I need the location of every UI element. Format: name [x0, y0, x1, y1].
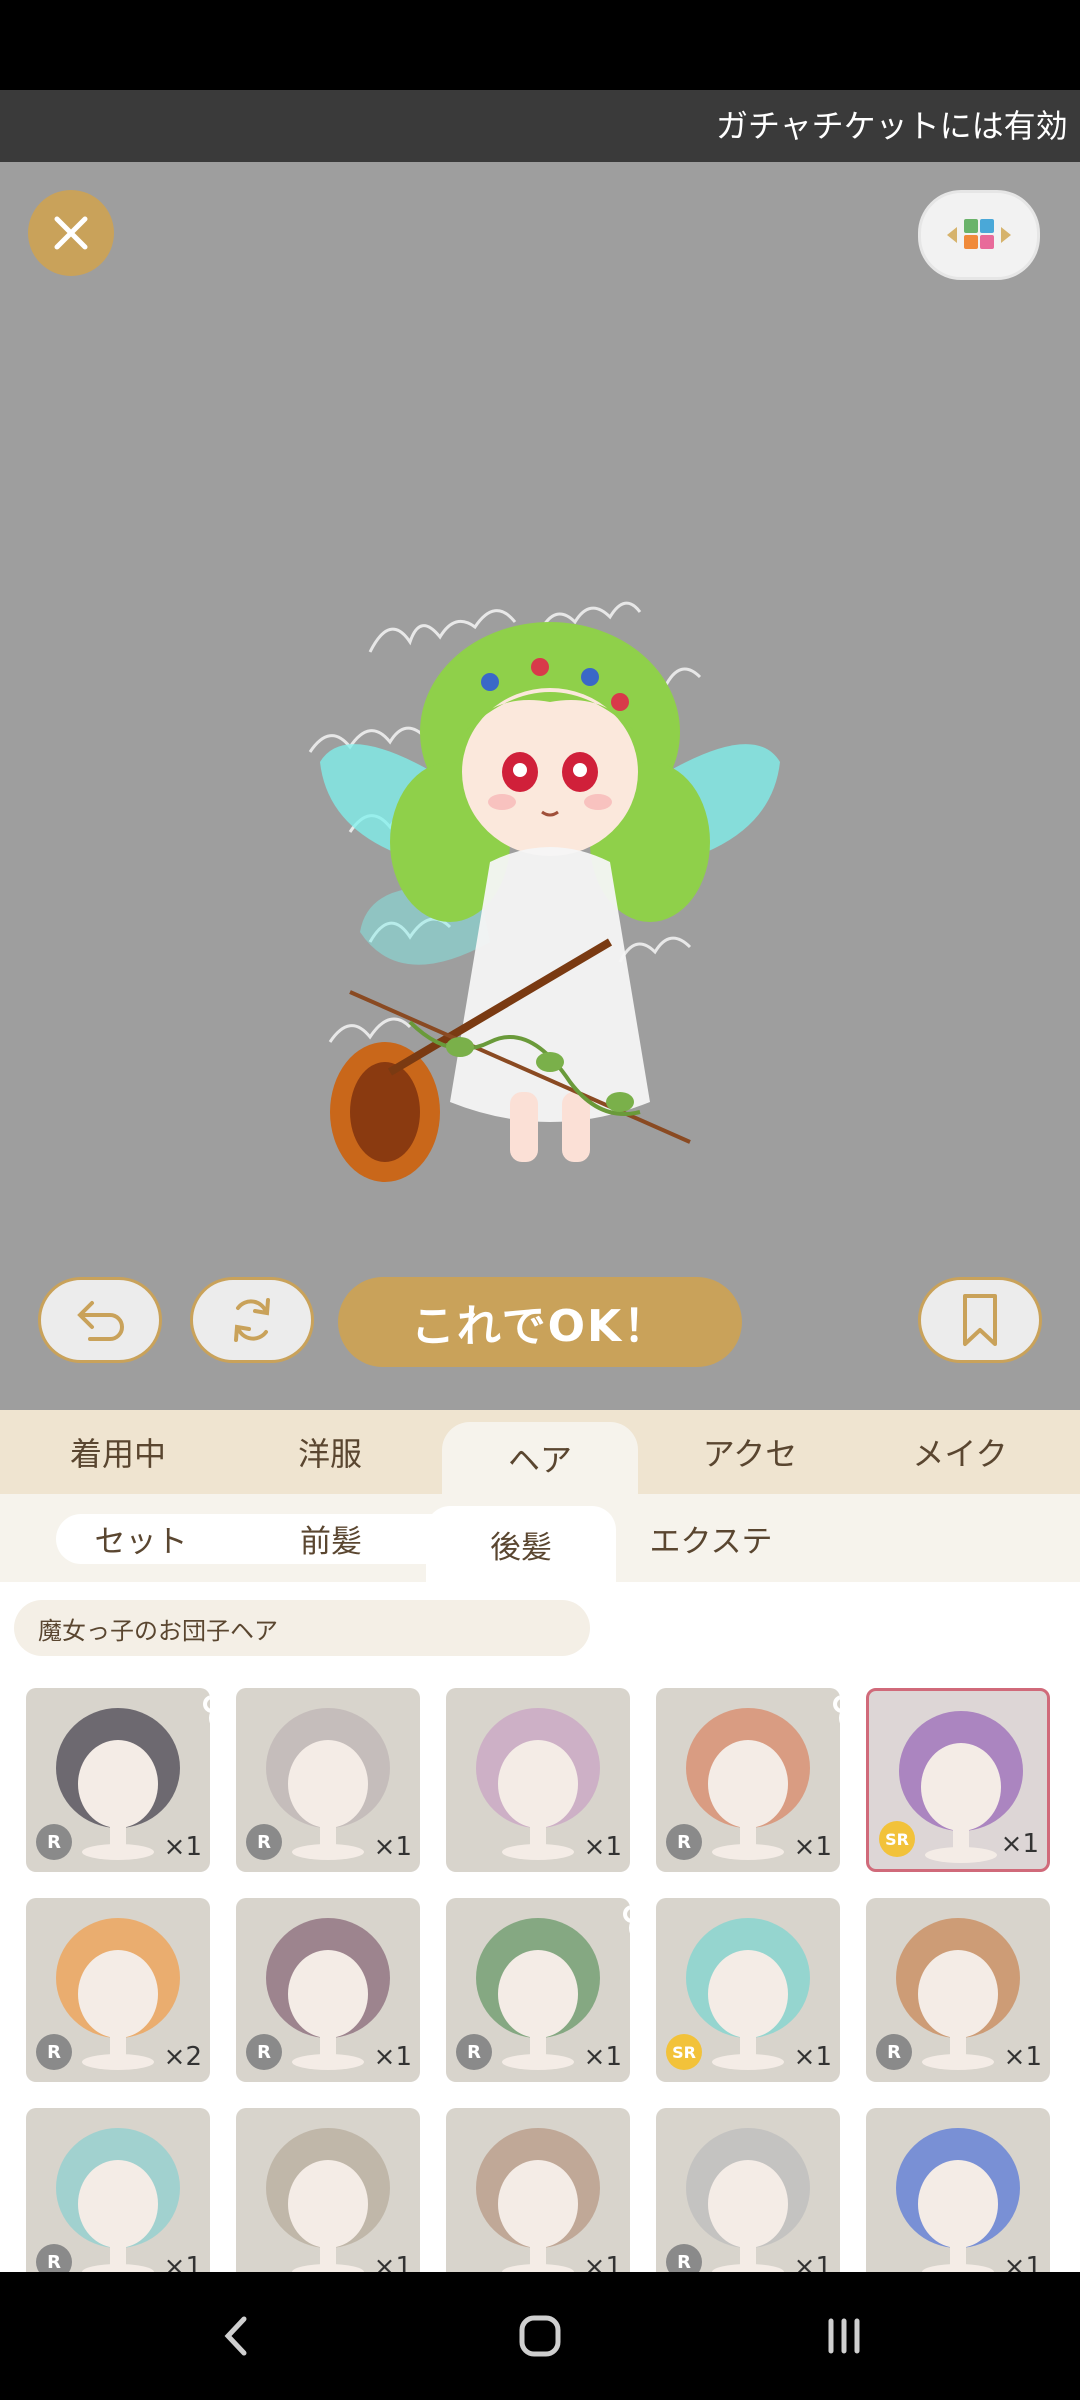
- home-icon: [519, 2315, 561, 2357]
- news-ticker: ガチャチケットには有効: [0, 90, 1080, 162]
- item-count: ×1: [373, 2252, 412, 2272]
- subtab-extensions[interactable]: エクステ: [626, 1506, 796, 1570]
- item-count: ×1: [793, 2042, 832, 2072]
- hair-item[interactable]: R ×1: [656, 1688, 840, 1872]
- item-count: ×1: [793, 1832, 832, 1862]
- undo-button[interactable]: [38, 1277, 162, 1363]
- item-count: ×1: [163, 1832, 202, 1862]
- tab-accessories[interactable]: アクセ: [652, 1410, 848, 1494]
- subtab-bangs[interactable]: 前髪: [246, 1506, 416, 1570]
- avatar-stage: これでOK！: [0, 162, 1080, 1410]
- hair-item[interactable]: SR ×1: [866, 1688, 1050, 1872]
- hair-item[interactable]: R ×1: [446, 1898, 630, 2082]
- recents-button[interactable]: [804, 2300, 884, 2372]
- hair-item[interactable]: R ×1: [26, 1688, 210, 1872]
- recents-icon: [828, 2318, 860, 2354]
- rarity-badge: R: [246, 2034, 282, 2070]
- avatar-character: [308, 601, 780, 1182]
- rarity-badge: R: [876, 2034, 912, 2070]
- rarity-badge: R: [666, 2244, 702, 2272]
- hair-thumbnail: [896, 2128, 1020, 2272]
- rarity-badge: R: [36, 2244, 72, 2272]
- rarity-badge: R: [456, 2034, 492, 2070]
- tab-clothes[interactable]: 洋服: [232, 1410, 428, 1494]
- item-count: ×1: [1000, 1829, 1039, 1859]
- item-count: ×1: [373, 2042, 412, 2072]
- hair-item[interactable]: R ×1: [866, 1898, 1050, 2082]
- hair-item[interactable]: R ×1: [236, 1898, 420, 2082]
- refresh-icon: [234, 1298, 270, 1342]
- hair-item[interactable]: ×1: [446, 1688, 630, 1872]
- subtab-back-hair[interactable]: 後髪: [426, 1506, 616, 1582]
- ticker-text: ガチャチケットには有効: [716, 107, 1068, 145]
- reset-button[interactable]: [190, 1277, 314, 1363]
- item-count: ×1: [793, 2252, 832, 2272]
- category-tabs: 着用中 洋服 ヘア アクセ メイク: [0, 1410, 1080, 1494]
- item-panel: 魔女っ子のお団子ヘア R ×1 R ×1 ×1 R ×1 SR ×1 R ×2 R ×1 R ×1 SR ×1 R…: [0, 1582, 1080, 2272]
- tab-makeup[interactable]: メイク: [862, 1410, 1058, 1494]
- item-count: ×1: [583, 2042, 622, 2072]
- tab-hair[interactable]: ヘア: [442, 1422, 638, 1494]
- hair-item[interactable]: SR ×1: [656, 1898, 840, 2082]
- item-count: ×1: [1003, 2042, 1042, 2072]
- hair-thumbnail: [266, 2128, 390, 2272]
- hair-item[interactable]: ×1: [446, 2108, 630, 2272]
- rarity-badge: SR: [879, 1821, 915, 1857]
- hair-thumbnail: [476, 2128, 600, 2272]
- system-navbar: [0, 2272, 1080, 2400]
- layout-toggle-button[interactable]: [918, 190, 1040, 280]
- bookmark-button[interactable]: [918, 1277, 1042, 1363]
- hair-subtabs: セット 前髪 後髪 エクステ: [0, 1494, 1080, 1582]
- tab-wearing[interactable]: 着用中: [20, 1410, 216, 1494]
- hair-item[interactable]: R ×2: [26, 1898, 210, 2082]
- rarity-badge: SR: [666, 2034, 702, 2070]
- item-count: ×1: [163, 2252, 202, 2272]
- back-icon: [224, 2316, 247, 2356]
- close-icon: [54, 216, 88, 250]
- back-button[interactable]: [196, 2300, 276, 2372]
- status-bar: [0, 0, 1080, 90]
- hair-item[interactable]: R ×1: [236, 1688, 420, 1872]
- item-count: ×1: [373, 1832, 412, 1862]
- hair-item[interactable]: R ×1: [656, 2108, 840, 2272]
- confirm-ok-button[interactable]: これでOK！: [338, 1277, 742, 1367]
- rarity-badge: R: [246, 1824, 282, 1860]
- item-count: ×1: [1003, 2252, 1042, 2272]
- undo-icon: [77, 1301, 124, 1341]
- grid-swap-icon: [947, 219, 1011, 249]
- selected-item-name: 魔女っ子のお団子ヘア: [14, 1600, 590, 1656]
- home-button[interactable]: [500, 2300, 580, 2372]
- item-count: ×2: [163, 2042, 202, 2072]
- hair-item[interactable]: R ×1: [26, 2108, 210, 2272]
- rarity-badge: R: [666, 1824, 702, 1860]
- rarity-badge: R: [36, 2034, 72, 2070]
- hair-item[interactable]: ×1: [866, 2108, 1050, 2272]
- subtab-set[interactable]: セット: [56, 1506, 226, 1570]
- item-count: ×1: [583, 1832, 622, 1862]
- close-button[interactable]: [28, 190, 114, 276]
- item-count: ×1: [583, 2252, 622, 2272]
- hair-item[interactable]: ×1: [236, 2108, 420, 2272]
- rarity-badge: R: [36, 1824, 72, 1860]
- bookmark-icon: [963, 1294, 997, 1346]
